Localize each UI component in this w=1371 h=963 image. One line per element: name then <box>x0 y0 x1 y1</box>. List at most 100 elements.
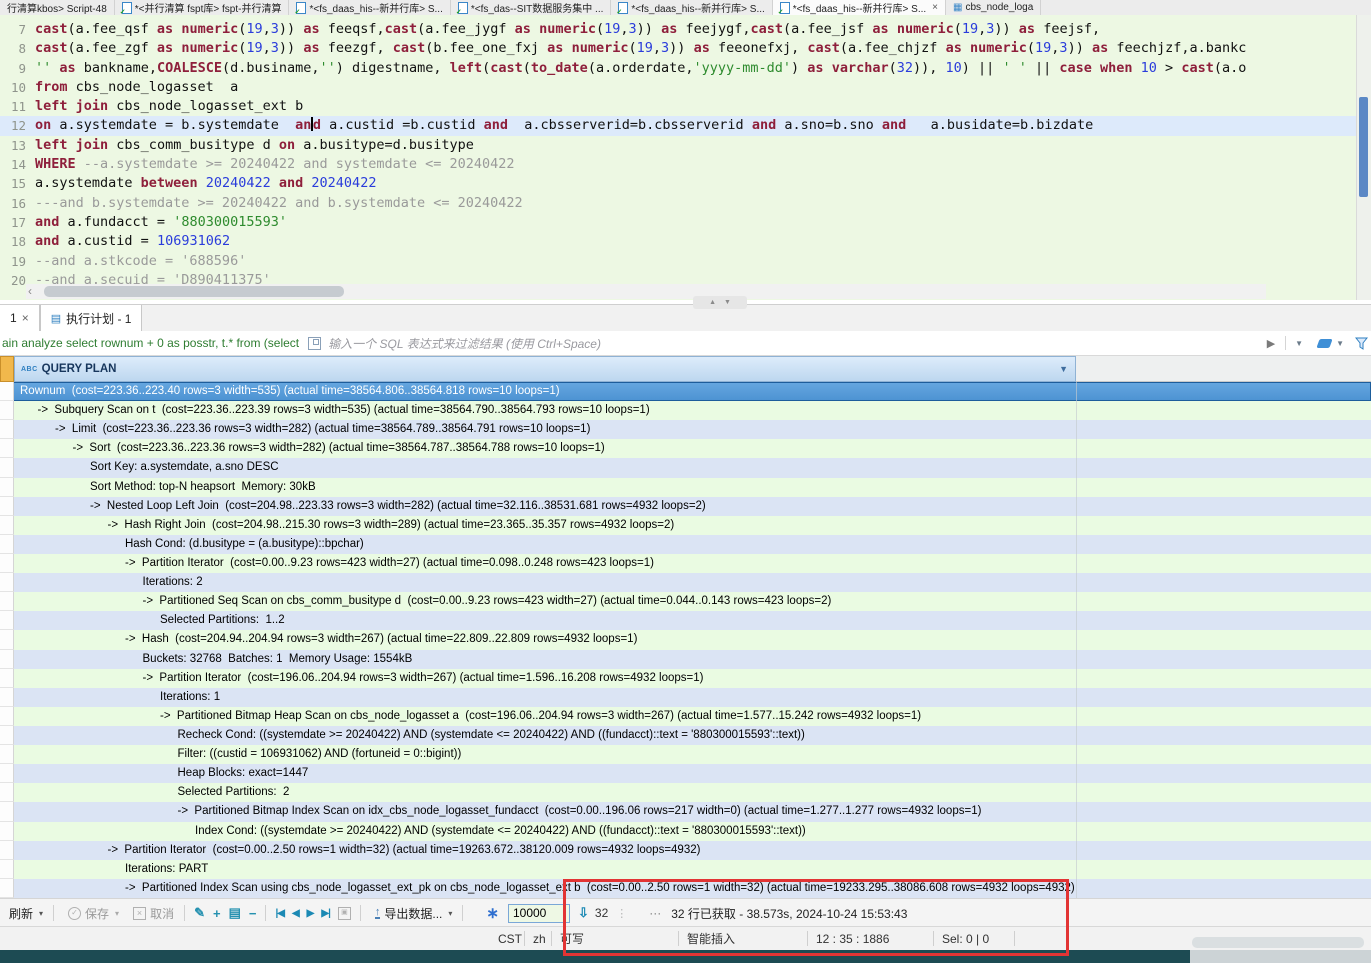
toolbar-overflow-icon[interactable]: ⋮ <box>616 907 627 920</box>
export-data-button[interactable]: ↑ 导出数据... ▾ <box>370 905 458 922</box>
plan-row[interactable]: -> Sort (cost=223.36..223.36 rows=3 widt… <box>0 439 1371 459</box>
editor-line[interactable]: 7 cast(a.fee_qsf as numeric(19,3)) as fee… <box>0 20 1357 39</box>
plan-row[interactable]: -> Hash (cost=204.94..204.94 rows=3 widt… <box>0 630 1371 650</box>
editor-tab[interactable]: ✓ *<fs_das--SIT数据服务集中 ... <box>451 0 612 15</box>
plan-row[interactable]: Sort Method: top-N heapsort Memory: 30kB <box>0 477 1371 497</box>
plan-row[interactable]: Iterations: PART <box>0 859 1371 879</box>
plan-row[interactable]: -> Partition Iterator (cost=0.00..2.50 r… <box>0 840 1371 860</box>
fetch-size-input[interactable] <box>507 903 570 923</box>
chevron-down-icon[interactable]: ▾ <box>39 909 43 918</box>
plan-row[interactable]: -> Partition Iterator (cost=0.00..9.23 r… <box>0 553 1371 574</box>
editor-line[interactable]: 12 on a.systemdate = b.systemdate an d a.c… <box>0 116 1357 136</box>
status-bar: CST zh 可写 智能插入 12 : 35 : 1886 Sel: 0 | 0 <box>0 926 1371 950</box>
scrollbar-thumb[interactable] <box>1359 97 1368 197</box>
plan-row[interactable]: -> Partition Iterator (cost=196.06..204.… <box>0 668 1371 688</box>
editor-line[interactable]: 9 '' as bankname,COALESCE(d.businame,'') … <box>0 59 1357 78</box>
apply-filter-icon[interactable]: ▶ <box>1267 337 1275 350</box>
plan-row[interactable]: -> Partitioned Seq Scan on cbs_comm_busi… <box>0 592 1371 612</box>
column-dropdown-icon[interactable]: ▼ <box>1059 364 1068 374</box>
editor-line[interactable]: 13 left join cbs_comm_busitype d on a.bus… <box>0 136 1357 155</box>
plan-row[interactable]: Buckets: 32768 Batches: 1 Memory Usage: … <box>0 649 1371 669</box>
refresh-button[interactable]: 刷新 ▾ <box>4 905 48 922</box>
plan-row[interactable]: -> Partitioned Bitmap Heap Scan on cbs_n… <box>0 706 1371 726</box>
edit-cell-icon[interactable]: ✎ <box>194 905 205 921</box>
chevron-down-icon[interactable]: ▾ <box>115 909 119 918</box>
eraser-icon[interactable] <box>1316 338 1333 348</box>
next-row-icon[interactable]: ▶ <box>307 908 315 919</box>
editor-line[interactable]: 17 and a.fundacct = '880300015593' <box>0 213 1357 232</box>
last-row-icon[interactable]: ▶| <box>321 908 330 919</box>
editor-horizontal-scrollbar[interactable]: ‹ <box>26 284 1266 299</box>
plan-row[interactable]: -> Limit (cost=223.36..223.36 rows=3 wid… <box>0 420 1371 440</box>
plan-row[interactable]: Iterations: 1 <box>0 687 1371 707</box>
plan-row[interactable]: Selected Partitions: 2 <box>0 783 1371 803</box>
scrollbar-thumb[interactable] <box>44 286 344 297</box>
plan-row[interactable]: Recheck Cond: ((systemdate >= 20240422) … <box>0 725 1371 746</box>
editor-tab[interactable]: ✓ *<fs_daas_his--新并行库> S... <box>611 0 773 15</box>
editor-line[interactable]: 16 ---and b.systemdate >= 20240422 and b.… <box>0 194 1357 213</box>
fetch-status-text: 32 行已获取 - 38.573s, 2024-10-24 15:53:43 <box>671 906 908 921</box>
first-row-icon[interactable]: |◀ <box>275 908 284 919</box>
plan-row[interactable]: Iterations: 2 <box>0 573 1371 593</box>
plan-row[interactable]: Index Cond: ((systemdate >= 20240422) AN… <box>0 821 1371 841</box>
goto-row-icon[interactable]: ▣ <box>337 906 351 920</box>
splitter-collapse-control[interactable]: ▲ ▼ <box>693 296 747 309</box>
editor-line[interactable]: 18 and a.custid = 106931062 <box>0 232 1357 251</box>
save-button[interactable]: ✓ 保存 ▾ <box>63 905 124 922</box>
filter-input[interactable]: 输入一个 SQL 表达式来过滤结果 (使用 Ctrl+Space) <box>328 335 1261 352</box>
chevron-down-icon[interactable]: ▾ <box>448 909 452 918</box>
editor-line[interactable]: 8 cast(a.fee_zgf as numeric(19,3)) as fee… <box>0 39 1357 58</box>
editor-tab[interactable]: ✓ *<fs_daas_his--新并行库> S... <box>289 0 451 15</box>
plan-row[interactable]: Sort Key: a.systemdate, a.sno DESC <box>0 458 1371 478</box>
close-icon[interactable]: × <box>22 311 29 325</box>
close-icon[interactable]: × <box>932 2 938 13</box>
filter-funnel-icon[interactable] <box>1355 337 1368 350</box>
editor-tab[interactable]: ▦ cbs_node_loga <box>946 0 1042 15</box>
plan-row[interactable]: -> Nested Loop Left Join (cost=204.98..2… <box>0 496 1371 516</box>
expand-icon[interactable] <box>308 336 322 350</box>
row-header-cell <box>0 802 14 822</box>
fetch-next-segment-icon[interactable]: ⇩ <box>578 905 589 921</box>
editor-line[interactable]: 11 left join cbs_node_logasset_ext b <box>0 97 1357 116</box>
sql-editor[interactable]: 7 cast(a.fee_qsf as numeric(19,3)) as fee… <box>0 15 1357 300</box>
tab-results-grid[interactable]: 1 × <box>0 305 40 331</box>
editor-line[interactable]: 15 a.systemdate between 20240422 and 2024… <box>0 174 1357 193</box>
plan-row[interactable]: Filter: ((custid = 106931062) AND (fortu… <box>0 745 1371 765</box>
editor-vertical-scrollbar[interactable] <box>1356 15 1371 300</box>
editor-tab[interactable]: ✓ *<并行清算 fspt库> fspt-并行清算 <box>115 0 290 15</box>
row-header-cell <box>0 783 14 803</box>
plan-row[interactable]: -> Subquery Scan on t (cost=223.36..223.… <box>0 401 1371 421</box>
editor-tab[interactable]: 行清算kbos> Script-48 <box>0 0 115 15</box>
previous-row-icon[interactable]: ◀ <box>292 908 300 919</box>
plan-row[interactable]: -> Hash Right Join (cost=204.98..215.30 … <box>0 515 1371 535</box>
status-ellipsis[interactable]: ··· <box>649 906 661 920</box>
row-header-cell <box>0 878 14 898</box>
filter-history-dropdown-icon[interactable]: ▼ <box>1295 339 1303 348</box>
status-item: CST <box>498 931 522 946</box>
editor-tab[interactable]: ✓ *<fs_daas_his--新并行库> S... × <box>772 0 947 15</box>
editor-line[interactable]: 14 WHERE --a.systemdate >= 20240422 and s… <box>0 155 1357 174</box>
plan-row[interactable]: Selected Partitions: 1..2 <box>0 611 1371 631</box>
collapse-up-icon[interactable]: ▲ <box>709 299 716 306</box>
scroll-corner[interactable] <box>1192 937 1364 948</box>
duplicate-row-icon[interactable]: ▤ <box>229 905 241 921</box>
row-header-cell <box>0 534 14 554</box>
editor-tab-label: *<并行清算 fspt库> fspt-并行清算 <box>134 4 282 15</box>
editor-line[interactable]: 10 from cbs_node_logasset a <box>0 78 1357 97</box>
column-header-query-plan[interactable]: ABC QUERY PLAN ▼ <box>14 356 1076 382</box>
plan-row[interactable]: Rownum (cost=223.36..223.40 rows=3 width… <box>0 382 1371 402</box>
editor-line[interactable]: 19 --and a.stkcode = '688596' <box>0 252 1357 271</box>
scroll-left-arrow-icon[interactable]: ‹ <box>28 284 32 298</box>
delete-row-icon[interactable]: − <box>249 906 257 921</box>
editor-lines: 7 cast(a.fee_qsf as numeric(19,3)) as fee… <box>0 15 1357 290</box>
plan-row[interactable]: -> Partitioned Index Scan using cbs_node… <box>0 878 1371 898</box>
plan-row[interactable]: Hash Cond: (d.busitype = (a.busitype)::b… <box>0 534 1371 554</box>
plan-row[interactable]: Heap Blocks: exact=1447 <box>0 764 1371 784</box>
collapse-down-icon[interactable]: ▼ <box>724 299 731 306</box>
plan-row[interactable]: -> Partitioned Bitmap Index Scan on idx_… <box>0 802 1371 822</box>
add-row-icon[interactable]: + <box>213 906 221 921</box>
cancel-button[interactable]: × 取消 <box>128 905 179 922</box>
tab-execution-plan[interactable]: ▤ 执行计划 - 1 <box>39 305 143 332</box>
fetch-settings-icon[interactable]: ∗ <box>486 904 499 922</box>
eraser-dropdown-icon[interactable]: ▼ <box>1336 339 1344 348</box>
